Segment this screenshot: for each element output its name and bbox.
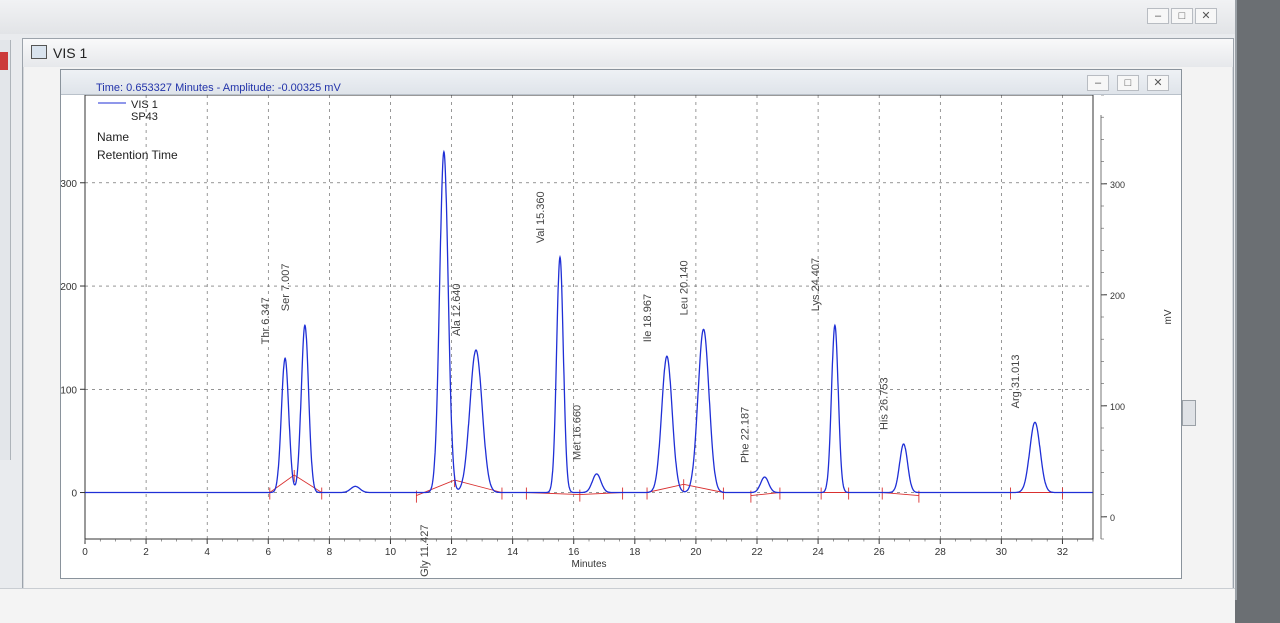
peak-label: Arg 31.013 [1010, 354, 1022, 408]
peak-label: Ala 12.640 [451, 283, 463, 336]
peak-label: Gly 11.427 [419, 525, 431, 577]
y-tick-label: 100 [61, 385, 77, 396]
x-tick-label: 2 [143, 547, 149, 558]
peak-label: Ser 7.007 [280, 264, 292, 312]
legend-trace-name: VIS 1 [131, 99, 158, 111]
peak-label: Val 15.360 [535, 191, 547, 243]
x-tick-label: 28 [935, 547, 947, 558]
chromatogram-panel: – □ ✕ Time: 0.653327 Minutes - Amplitude… [60, 69, 1182, 579]
x-tick-label: 10 [385, 547, 397, 558]
window-title: VIS 1 [53, 45, 88, 61]
peak-labels-layer: Thr 6.347 Ser 7.007 Gly 11.427 Ala 12.640 Va… [260, 191, 1022, 577]
y2-axis-title: mV [1163, 309, 1174, 324]
x-tick-label: 0 [82, 547, 88, 558]
y-tick-label: 200 [61, 282, 77, 293]
baseline-layer [269, 469, 1063, 503]
minimize-icon[interactable]: – [1147, 8, 1169, 24]
x-tick-label: 32 [1057, 547, 1069, 558]
maximize-icon[interactable]: □ [1171, 8, 1193, 24]
y-tick-label: 0 [71, 489, 77, 500]
x-tick-label: 26 [874, 547, 886, 558]
peak-label: Leu 20.140 [679, 260, 691, 315]
peak-label: Phe 22.187 [740, 407, 752, 463]
y2-tick-label: 0 [1110, 513, 1115, 523]
peak-label: Thr 6.347 [260, 297, 272, 344]
bottom-bar [0, 588, 1235, 623]
grid-layer [85, 95, 1093, 539]
x-tick-label: 18 [629, 547, 641, 558]
legend-field-retention-time: Retention Time [97, 148, 178, 162]
x-axis-title: Minutes [571, 559, 606, 570]
y-axis-title: mV [61, 309, 63, 324]
x-tick-label: 16 [568, 547, 580, 558]
outer-titlebar: – □ ✕ [0, 0, 1235, 34]
peak-label: Lys 24.407 [810, 258, 822, 311]
peak-label: Ile 18.967 [642, 294, 654, 342]
plot-frame [84, 95, 1094, 540]
cursor-readout: Time: 0.653327 Minutes - Amplitude: -0.0… [96, 82, 341, 94]
x-tick-label: 6 [265, 547, 271, 558]
chart-window-controls: – □ ✕ [1087, 75, 1169, 91]
x-tick-label: 14 [507, 547, 519, 558]
trace-line [85, 149, 1093, 494]
y2-tick-label: 200 [1110, 291, 1125, 301]
x-tick-label: 24 [813, 547, 825, 558]
close-icon[interactable]: ✕ [1195, 8, 1217, 24]
y2-tick-label: 100 [1110, 402, 1125, 412]
outer-window: – □ ✕ VIS 1 – □ ✕ Time: 0.653327 Minutes… [0, 0, 1237, 600]
chart-maximize-icon[interactable]: □ [1117, 75, 1139, 91]
chart-minimize-icon[interactable]: – [1087, 75, 1109, 91]
x-tick-label: 4 [204, 547, 210, 558]
red-side-tab[interactable] [0, 52, 8, 70]
legend: VIS 1 SP43 Name Retention Time [97, 99, 178, 162]
side-scroll-box[interactable] [1182, 400, 1196, 426]
axes-layer: 0 2 4 6 8 10 12 14 16 18 20 22 24 26 28 30 3201002003000… [61, 95, 1174, 570]
legend-field-name: Name [97, 130, 129, 144]
outer-window-controls: – □ ✕ [1147, 8, 1217, 24]
y2-tick-label: 300 [1110, 180, 1125, 190]
left-side-panel [0, 40, 11, 460]
chart-close-icon[interactable]: ✕ [1147, 75, 1169, 91]
y-tick-label: 300 [61, 179, 77, 190]
x-tick-label: 8 [327, 547, 333, 558]
baseline-segment [750, 492, 780, 497]
vis-window-titlebar[interactable]: VIS 1 [23, 39, 1233, 67]
x-tick-label: 12 [446, 547, 458, 558]
peak-label: His 26.753 [879, 377, 891, 430]
window-icon [31, 45, 47, 59]
x-tick-label: 22 [751, 547, 763, 558]
x-tick-label: 30 [996, 547, 1008, 558]
x-tick-label: 20 [690, 547, 702, 558]
chromatogram-chart[interactable]: 0 2 4 6 8 10 12 14 16 18 20 22 24 26 28 30 3201002003000… [61, 95, 1179, 577]
peak-label: Met 16.660 [572, 405, 584, 460]
legend-sample-name: SP43 [131, 111, 158, 123]
